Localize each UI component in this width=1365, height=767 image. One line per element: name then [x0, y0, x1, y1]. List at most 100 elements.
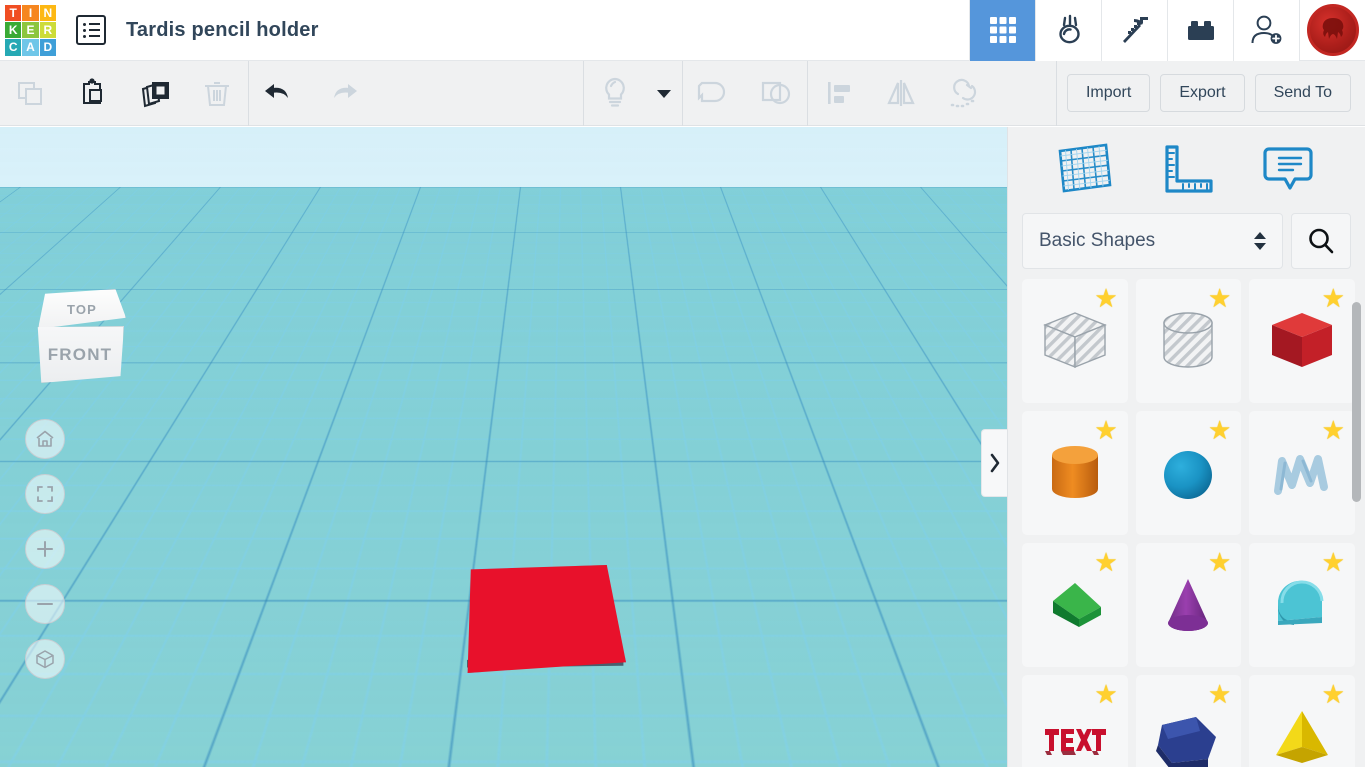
shape-green-wedge[interactable]: ★: [1022, 543, 1128, 667]
history-tools-group: [249, 61, 373, 126]
ungroup-icon[interactable]: [745, 61, 807, 126]
ruler-icon[interactable]: [1155, 139, 1217, 197]
minecraft-pickaxe-icon[interactable]: [1101, 0, 1167, 61]
logo-cell-4: E: [22, 21, 39, 39]
shape-red-box[interactable]: ★: [1249, 279, 1355, 403]
viewcube-top-face[interactable]: TOP: [38, 289, 126, 329]
menu-row-2: [82, 28, 100, 32]
send-to-button[interactable]: Send To: [1254, 74, 1351, 112]
panel-tool-icons: [1008, 127, 1365, 209]
star-icon[interactable]: ★: [1094, 681, 1117, 707]
undo-icon[interactable]: [249, 61, 311, 126]
menu-dot: [82, 28, 86, 32]
star-icon[interactable]: ★: [1322, 285, 1345, 311]
star-icon[interactable]: ★: [1322, 681, 1345, 707]
avatar: [1306, 4, 1359, 56]
star-icon[interactable]: ★: [1322, 549, 1345, 575]
logo-cell-3: K: [5, 21, 22, 39]
edit-tools-group: [0, 61, 248, 126]
export-button[interactable]: Export: [1160, 74, 1245, 112]
shape-scribble[interactable]: ★: [1249, 411, 1355, 535]
slab-top-face: [467, 565, 626, 673]
shape-purple-cone[interactable]: ★: [1135, 543, 1242, 667]
align-icon[interactable]: [808, 61, 870, 126]
logo-cell-2: N: [39, 4, 56, 21]
menu-dot: [82, 22, 86, 26]
logo-cell-1: I: [22, 4, 39, 21]
file-actions-group: Import Export Send To: [1057, 61, 1365, 126]
logo-cell-8: D: [39, 39, 56, 56]
shape-blue-polygon[interactable]: ★: [1135, 675, 1242, 767]
shape-teal-roof[interactable]: ★: [1249, 543, 1355, 667]
edit-toolbar: Import Export Send To: [0, 60, 1365, 126]
star-icon[interactable]: ★: [1094, 285, 1117, 311]
viewcube-front-label: FRONT: [47, 344, 113, 364]
list-menu-icon[interactable]: [76, 15, 106, 45]
shapes-panel-scrollbar[interactable]: [1352, 302, 1361, 502]
workplane-grid[interactable]: [0, 127, 1007, 187]
duplicate-icon[interactable]: [124, 61, 186, 126]
group-tools-group: [683, 61, 807, 126]
lego-brick-icon[interactable]: [1167, 0, 1233, 61]
menu-dot: [82, 34, 86, 38]
home-view-button[interactable]: [25, 419, 65, 459]
red-box-slab[interactable]: [466, 565, 626, 673]
shape-hole-box[interactable]: ★: [1022, 279, 1128, 403]
spinner-arrows-icon: [1254, 232, 1266, 250]
menu-line: [88, 35, 100, 37]
star-icon[interactable]: ★: [1208, 285, 1231, 311]
search-icon[interactable]: [1291, 213, 1351, 269]
star-icon[interactable]: ★: [1094, 549, 1117, 575]
redo-icon[interactable]: [311, 61, 373, 126]
3d-designs-grid-icon[interactable]: [969, 0, 1035, 61]
spin-down-icon: [1254, 243, 1266, 250]
viewcube-top-label: TOP: [66, 301, 98, 317]
shape-red-text[interactable]: ★: [1022, 675, 1128, 767]
orthographic-toggle-button[interactable]: [25, 639, 65, 679]
copy-icon[interactable]: [0, 61, 62, 126]
shape-hole-cylinder[interactable]: ★: [1135, 279, 1242, 403]
light-tools-group: [584, 61, 682, 126]
tinkercad-logo[interactable]: T I N K E R C A D: [0, 0, 61, 61]
shape-picker-row: Basic Shapes: [1008, 213, 1365, 269]
magnet-icon[interactable]: [932, 61, 994, 126]
circuits-icon[interactable]: [1035, 0, 1101, 61]
star-icon[interactable]: ★: [1322, 417, 1345, 443]
fit-to-view-button[interactable]: [25, 474, 65, 514]
shape-category-select[interactable]: Basic Shapes: [1022, 213, 1283, 269]
star-icon[interactable]: ★: [1208, 549, 1231, 575]
design-canvas[interactable]: TOP FRONT: [0, 127, 1007, 767]
workplane-icon[interactable]: [1054, 139, 1116, 197]
delete-icon[interactable]: [186, 61, 248, 126]
zoom-in-button[interactable]: [25, 529, 65, 569]
menu-row-1: [82, 22, 100, 26]
page-title[interactable]: Tardis pencil holder: [126, 19, 319, 42]
star-icon[interactable]: ★: [1208, 417, 1231, 443]
spin-up-icon: [1254, 232, 1266, 239]
mirror-icon[interactable]: [870, 61, 932, 126]
chevron-down-icon[interactable]: [646, 61, 682, 126]
menu-line: [88, 29, 100, 31]
viewcube-front-face[interactable]: FRONT: [37, 326, 124, 383]
shape-category-label: Basic Shapes: [1039, 230, 1156, 251]
panel-collapse-handle[interactable]: [981, 429, 1007, 497]
shape-yellow-pyramid[interactable]: ★: [1249, 675, 1355, 767]
paste-icon[interactable]: [62, 61, 124, 126]
star-icon[interactable]: ★: [1208, 681, 1231, 707]
shape-blue-sphere[interactable]: ★: [1135, 411, 1242, 535]
logo-cell-6: C: [5, 39, 22, 56]
zoom-out-button[interactable]: [25, 584, 65, 624]
add-user-icon[interactable]: [1233, 0, 1299, 61]
star-icon[interactable]: ★: [1094, 417, 1117, 443]
view-orientation-cube[interactable]: TOP FRONT: [36, 289, 128, 385]
import-button[interactable]: Import: [1066, 74, 1151, 112]
header-right-icons: [969, 0, 1365, 61]
shape-orange-cylinder[interactable]: ★: [1022, 411, 1128, 535]
align-tools-group: [808, 61, 994, 126]
logo-cell-7: A: [22, 39, 39, 56]
group-icon[interactable]: [683, 61, 745, 126]
user-avatar[interactable]: [1299, 0, 1365, 61]
tinkercad-app: T I N K E R C A D Tardis pencil holder I…: [0, 0, 1365, 767]
lightbulb-icon[interactable]: [584, 61, 646, 126]
notes-icon[interactable]: [1257, 139, 1319, 197]
